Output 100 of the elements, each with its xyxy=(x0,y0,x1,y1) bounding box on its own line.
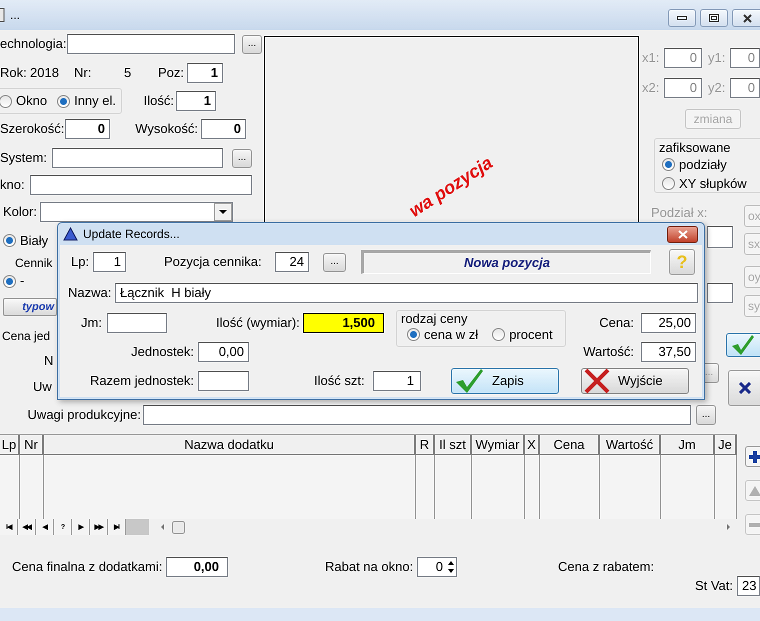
input-field[interactable] xyxy=(67,34,235,54)
input-field[interactable]: 23 xyxy=(737,576,760,596)
input-field[interactable] xyxy=(143,404,691,424)
field-label: Ilość (wymiar): xyxy=(216,314,301,332)
field-label: Jm: xyxy=(81,314,103,332)
field-label: Jednostek: xyxy=(130,342,194,361)
radio-button[interactable]: Okno xyxy=(0,91,48,111)
input-field[interactable] xyxy=(30,174,252,194)
dialog-title: Update Records... xyxy=(83,226,180,243)
input-field[interactable]: 0 xyxy=(664,48,702,68)
minimize-button[interactable] xyxy=(668,9,696,27)
field-label: zafiksowane xyxy=(659,139,732,155)
field-label: Uwagi produkcyjne: xyxy=(26,406,142,424)
input-field[interactable]: Łącznik H biały xyxy=(115,283,698,303)
input-field[interactable]: 0 xyxy=(664,78,702,98)
input-field[interactable] xyxy=(707,226,733,248)
dialog-close-button[interactable] xyxy=(667,226,698,242)
field-label: x2: xyxy=(641,79,660,98)
input-field[interactable]: 0 xyxy=(730,78,760,98)
cancel-button[interactable] xyxy=(728,370,760,406)
radio-button[interactable]: procent xyxy=(492,325,553,344)
field-label: Szerokość: xyxy=(0,120,65,138)
radio-button[interactable]: cena w zł xyxy=(407,325,478,344)
status-panel: Nowa pozycja xyxy=(361,250,651,274)
radio-button[interactable]: - xyxy=(3,271,24,291)
radio-button[interactable]: XY słupków xyxy=(662,174,760,193)
input-field[interactable] xyxy=(707,283,733,303)
window-title: ... xyxy=(10,7,20,24)
field-label: System: xyxy=(0,149,48,168)
field-label: rodzaj ceny xyxy=(401,310,468,325)
field-label: echnologia: xyxy=(0,35,67,54)
plus-icon xyxy=(749,450,760,462)
triangle-up-icon xyxy=(749,486,760,496)
field-label: Razem jednostek: xyxy=(88,372,194,390)
input-field[interactable] xyxy=(198,370,249,390)
field-label: x1: xyxy=(641,49,660,68)
input-field[interactable]: 1 xyxy=(373,370,421,390)
field-label: Rok: xyxy=(0,64,28,82)
field-label: Cena finalna z dodatkami: xyxy=(11,558,164,576)
checkmark-icon xyxy=(454,368,484,394)
input-field[interactable]: 24 xyxy=(275,252,309,272)
field-label: y2: xyxy=(708,79,726,98)
browse-button[interactable]: ... xyxy=(323,252,346,272)
input-field[interactable]: 0,00 xyxy=(166,557,228,577)
browse-button[interactable]: ... xyxy=(232,148,252,168)
radio-button[interactable]: Biały xyxy=(3,230,48,250)
minimize-icon xyxy=(677,16,687,20)
input-field[interactable]: 0,00 xyxy=(198,342,249,362)
save-button[interactable]: Zapis xyxy=(451,368,559,394)
close-icon xyxy=(678,230,688,238)
field-label: 5 xyxy=(124,64,132,82)
field-label: Ilość szt: xyxy=(314,372,366,390)
field-label: Rabat na okno: xyxy=(325,558,414,576)
input-field[interactable]: 1 xyxy=(187,63,223,83)
field-label: Lp: xyxy=(71,253,90,272)
field-label: kno: xyxy=(0,176,26,194)
restore-icon xyxy=(709,14,719,22)
spin-field[interactable]: 0 xyxy=(417,557,457,577)
exit-button[interactable]: Wyjście xyxy=(581,368,689,394)
field-label: Wysokość: xyxy=(134,120,199,138)
spin-arrows-icon xyxy=(446,559,456,575)
field-label: Cennik xyxy=(15,255,52,272)
field-label: Cena z rabatem: xyxy=(558,558,654,576)
field-label: Cena: xyxy=(599,314,634,332)
input-field[interactable]: 0 xyxy=(65,119,110,139)
confirm-button[interactable] xyxy=(726,333,760,357)
close-icon xyxy=(743,14,752,22)
input-field[interactable]: 1,500 xyxy=(303,312,384,332)
input-field[interactable]: 1 xyxy=(93,252,126,272)
field-label: Pozycja cennika: xyxy=(164,253,263,272)
browse-button[interactable]: ... xyxy=(242,34,262,54)
cross-icon xyxy=(739,382,751,394)
field-label: Nr: xyxy=(74,64,92,82)
minus-icon xyxy=(749,522,760,526)
field-label: Uw xyxy=(33,378,52,396)
radio-button[interactable]: podziały xyxy=(662,155,760,174)
color-dropdown[interactable] xyxy=(40,202,233,222)
checkmark-icon xyxy=(731,334,755,356)
field-label: Nazwa: xyxy=(68,284,112,302)
field-label: Ilość: xyxy=(142,92,175,110)
close-button[interactable] xyxy=(732,9,760,27)
input-field[interactable] xyxy=(52,148,223,168)
browse-button[interactable]: ... xyxy=(696,404,716,424)
cross-icon xyxy=(584,368,610,394)
field-label: Kolor: xyxy=(2,203,38,222)
input-field[interactable]: 0 xyxy=(730,48,760,68)
input-field[interactable]: 0 xyxy=(201,119,246,139)
field-label: Cena jed xyxy=(2,328,50,345)
input-field[interactable]: 25,00 xyxy=(641,312,696,332)
input-field[interactable]: 1 xyxy=(176,91,216,111)
type-button[interactable]: typow xyxy=(3,298,57,316)
field-label: Poz: xyxy=(158,64,186,82)
input-field[interactable]: 37,50 xyxy=(641,342,696,362)
radio-button[interactable]: Inny el. xyxy=(57,91,116,111)
field-label: N xyxy=(44,352,54,370)
field-label: y1: xyxy=(708,49,726,68)
field-label: Podział x: xyxy=(650,205,708,221)
field-label: 2018 xyxy=(30,64,60,82)
input-field[interactable] xyxy=(107,312,167,332)
maximize-button[interactable] xyxy=(700,9,728,27)
